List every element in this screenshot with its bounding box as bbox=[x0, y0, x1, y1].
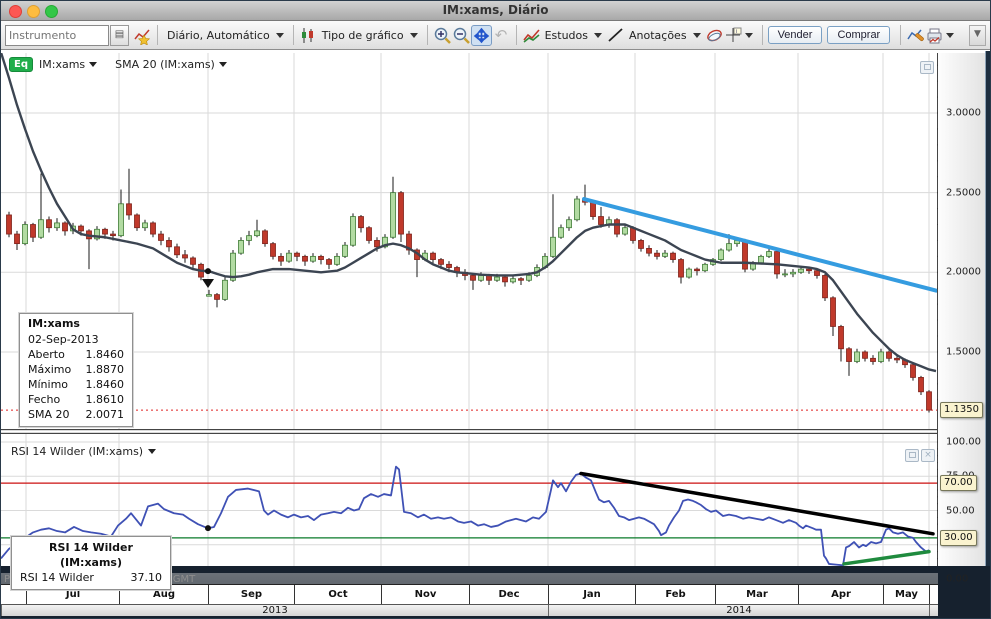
instrument-lookup-icon[interactable]: ▤ bbox=[110, 25, 129, 46]
month-label: Sep bbox=[208, 585, 294, 604]
restore-pane-icon[interactable] bbox=[905, 449, 919, 462]
overbought-level-callout: 70.00 bbox=[940, 475, 977, 491]
svg-text:i: i bbox=[736, 29, 737, 35]
instrument-search-input[interactable] bbox=[5, 25, 109, 46]
annotations-icon bbox=[606, 26, 625, 45]
price-axis-label: 3.0000 bbox=[946, 108, 981, 119]
toolbar-overflow-button[interactable]: ▼ bbox=[969, 25, 986, 46]
period-dropdown[interactable]: Diário, Automático bbox=[163, 27, 288, 44]
chevron-down-icon bbox=[693, 33, 701, 38]
annotations-label: Anotações bbox=[629, 29, 687, 42]
studies-label: Estudos bbox=[545, 29, 588, 42]
price-axis-label: 2.0000 bbox=[946, 267, 981, 278]
pan-tool-icon[interactable] bbox=[471, 25, 492, 46]
year-band: 20132014 bbox=[1, 605, 938, 616]
restore-pane-icon[interactable] bbox=[920, 61, 934, 74]
title-bar: IM:xams, Diário bbox=[1, 1, 990, 21]
ohlc-tooltip: IM:xams 02-Sep-2013 Aberto1.8460Máximo1.… bbox=[19, 313, 133, 427]
rsi-pane-legend[interactable]: RSI 14 Wilder (IM:xams) bbox=[11, 445, 156, 458]
rsi-axis-label: 100.00 bbox=[946, 437, 981, 448]
price-axis-label: 2.5000 bbox=[946, 187, 981, 198]
month-label: Dec bbox=[469, 585, 548, 604]
month-label: Apr bbox=[798, 585, 883, 604]
month-label: Jan bbox=[548, 585, 635, 604]
eraser-icon[interactable] bbox=[705, 26, 724, 45]
chart-settings-icon[interactable] bbox=[906, 26, 925, 45]
chevron-down-icon bbox=[89, 62, 97, 67]
toolbar: ▤ Diário, Automático Tipo de gráfico bbox=[1, 21, 990, 50]
buy-button[interactable]: Comprar bbox=[827, 26, 890, 44]
window-title: IM:xams, Diário bbox=[1, 3, 990, 17]
period-dropdown-label: Diário, Automático bbox=[167, 29, 270, 42]
rsi-tooltip-value: 37.10 bbox=[131, 570, 163, 585]
window-frame-right bbox=[985, 51, 991, 619]
tooltip-date: 02-Sep-2013 bbox=[28, 332, 124, 347]
chevron-down-icon bbox=[594, 33, 602, 38]
price-pane-legend: Eq IM:xams SMA 20 (IM:xams) bbox=[9, 57, 227, 72]
instrument-legend-label: IM:xams bbox=[39, 58, 85, 71]
rsi-tooltip-label: RSI 14 Wilder bbox=[20, 570, 94, 585]
chevron-down-icon bbox=[148, 449, 156, 454]
equity-badge: Eq bbox=[9, 57, 33, 72]
sell-button[interactable]: Vender bbox=[768, 26, 823, 44]
favorites-chart-icon[interactable] bbox=[133, 26, 152, 45]
month-label: Feb bbox=[635, 585, 715, 604]
month-label: May bbox=[883, 585, 929, 604]
rsi-axis-label: 0.00 bbox=[946, 574, 968, 585]
studies-icon bbox=[522, 26, 541, 45]
candlestick-icon bbox=[299, 26, 318, 45]
chevron-down-icon[interactable] bbox=[745, 33, 753, 38]
rsi-legend-label: RSI 14 Wilder (IM:xams) bbox=[11, 445, 143, 458]
year-label: 2013 bbox=[1, 605, 548, 616]
rsi-tooltip-title: RSI 14 Wilder (IM:xams) bbox=[20, 540, 162, 570]
chevron-down-icon bbox=[410, 33, 418, 38]
rsi-tooltip: RSI 14 Wilder (IM:xams) RSI 14 Wilder 37… bbox=[11, 536, 171, 590]
month-label: Oct bbox=[294, 585, 381, 604]
last-price-callout: 1.1350 bbox=[940, 402, 983, 418]
oversold-level-callout: 30.00 bbox=[940, 530, 977, 546]
chart-region: Eq IM:xams SMA 20 (IM:xams) RSI 14 Wilde… bbox=[1, 51, 991, 619]
tooltip-row: Fecho1.8610 bbox=[28, 392, 124, 407]
chart-canvas[interactable] bbox=[1, 49, 985, 618]
annotations-dropdown[interactable]: Anotações bbox=[625, 27, 705, 44]
tooltip-row: Máximo1.8870 bbox=[28, 362, 124, 377]
undo-icon: ↶ bbox=[492, 26, 511, 45]
tooltip-row: Mínimo1.8460 bbox=[28, 377, 124, 392]
tooltip-row: Aberto1.8460 bbox=[28, 347, 124, 362]
zoom-in-icon[interactable] bbox=[433, 26, 452, 45]
tooltip-row: SMA 202.0071 bbox=[28, 407, 124, 422]
rsi-axis-label: 50.00 bbox=[946, 505, 975, 516]
month-label: Mar bbox=[715, 585, 798, 604]
chevron-down-icon[interactable] bbox=[946, 33, 954, 38]
crosshair-info-icon[interactable]: i bbox=[724, 26, 743, 45]
tooltip-title: IM:xams bbox=[28, 317, 124, 330]
sma-legend-label: SMA 20 (IM:xams) bbox=[115, 58, 215, 71]
instrument-legend-dropdown[interactable]: IM:xams bbox=[39, 58, 97, 71]
sma-legend-dropdown[interactable]: SMA 20 (IM:xams) bbox=[115, 58, 227, 71]
studies-dropdown[interactable]: Estudos bbox=[541, 27, 606, 44]
chevron-down-icon bbox=[219, 62, 227, 67]
zoom-out-icon[interactable] bbox=[452, 26, 471, 45]
chart-type-dropdown[interactable]: Tipo de gráfico bbox=[318, 27, 422, 44]
print-export-icon[interactable] bbox=[925, 26, 944, 45]
chevron-down-icon bbox=[276, 33, 284, 38]
app-window: IM:xams, Diário ▤ Diário, Automático Tip… bbox=[0, 0, 991, 619]
close-pane-icon[interactable]: × bbox=[921, 449, 935, 462]
month-label: Nov bbox=[381, 585, 469, 604]
year-label: 2014 bbox=[548, 605, 929, 616]
chart-type-label: Tipo de gráfico bbox=[322, 29, 404, 42]
price-axis-label: 1.5000 bbox=[946, 346, 981, 357]
